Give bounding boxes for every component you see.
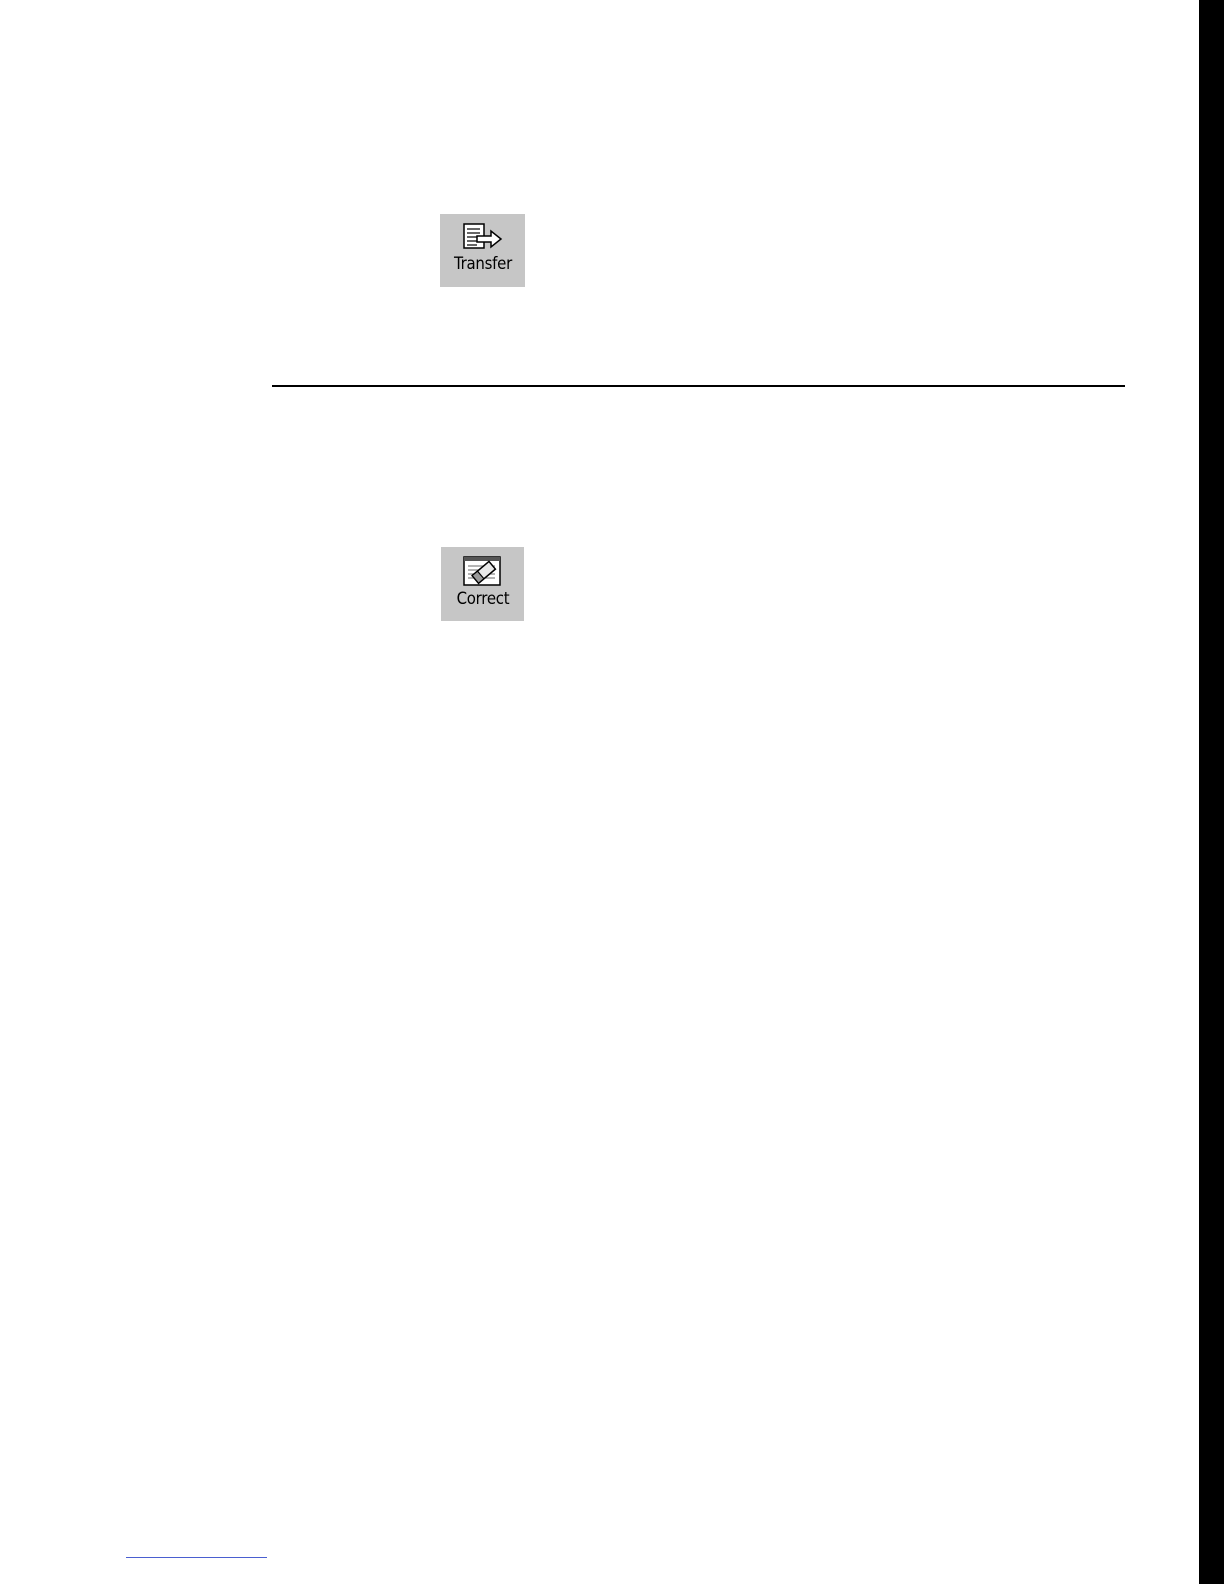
- correct-button[interactable]: Correct: [441, 547, 524, 621]
- footnote-separator: [126, 1557, 267, 1558]
- correct-button-label: Correct: [456, 589, 509, 609]
- page-edge: [1199, 0, 1224, 1584]
- section-divider: [272, 385, 1125, 387]
- correct-icon: [462, 556, 501, 586]
- transfer-button-label: Transfer: [453, 254, 512, 274]
- transfer-icon: [462, 223, 502, 249]
- transfer-button[interactable]: Transfer: [440, 214, 525, 287]
